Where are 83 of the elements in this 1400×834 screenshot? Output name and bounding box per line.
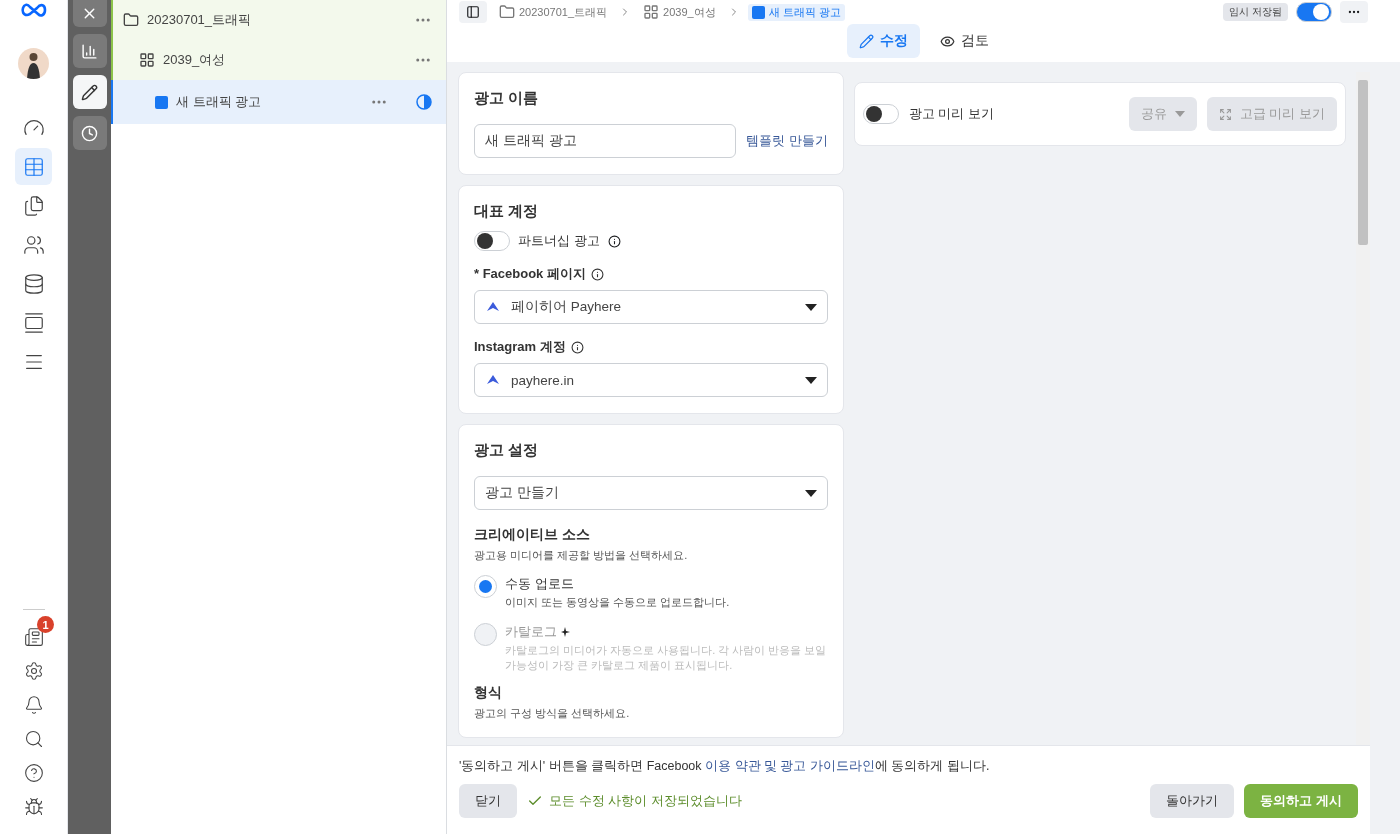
ad-icon (155, 95, 168, 109)
setup-select[interactable]: 광고 만들기 (474, 476, 828, 510)
card-title: 광고 이름 (474, 89, 540, 108)
option-label: 수동 업로드 (505, 575, 575, 594)
instagram-select[interactable]: payhere.in (474, 363, 828, 397)
pencil-tool-button[interactable] (72, 75, 107, 109)
mode-tab[interactable]: 검토 (927, 24, 1001, 58)
toggle-label: 파트너십 광고 (518, 232, 600, 250)
pencil-icon (81, 83, 98, 101)
eye-icon (939, 33, 955, 49)
newspaper-icon (23, 626, 44, 647)
grid-icon (139, 52, 155, 68)
terms-link[interactable]: 이용 약관 및 광고 가이드라인 (705, 759, 875, 773)
bar-chart-tool-button[interactable] (72, 34, 107, 68)
page-select[interactable]: 페이히어 Payhere (474, 290, 828, 324)
tree-item-label: 새 트래픽 광고 (176, 93, 262, 111)
publish-toggle[interactable] (1296, 2, 1332, 22)
newspaper-nav-button[interactable]: 1 (15, 618, 52, 655)
table-nav-button[interactable] (15, 148, 52, 185)
bug-icon (23, 796, 44, 817)
grid-icon (643, 4, 660, 20)
pencil-icon (858, 33, 874, 49)
tree-item-label: 2039_여성 (163, 51, 226, 69)
template-link[interactable]: 템플릿 만들기 (745, 132, 828, 150)
preview-toggle[interactable] (862, 104, 899, 124)
option-hint: 이미지 또는 동영상을 수동으로 업로드합니다. (505, 595, 730, 611)
caret-icon (1174, 111, 1185, 117)
field-label: Instagram 계정 (474, 338, 566, 356)
ad-name-field[interactable]: 새 트래픽 광고 (474, 124, 736, 158)
ad-icon (751, 5, 765, 19)
tree-item[interactable]: 새 트래픽 광고 (111, 80, 446, 124)
caret-icon (804, 489, 817, 497)
close-button[interactable]: 닫기 (459, 784, 517, 818)
section-title: 형식 (474, 683, 503, 702)
breadcrumb-link[interactable]: 20230701_트래픽 (495, 3, 612, 21)
help-icon (23, 762, 44, 783)
close-tool-button[interactable] (72, 0, 107, 27)
breadcrumb-link[interactable]: 2039_여성 (639, 3, 720, 21)
section-title: 크리에이티브 소스 (474, 526, 591, 544)
info-icon (590, 267, 604, 281)
section-hint: 광고의 구성 방식을 선택하세요. (474, 705, 631, 721)
caret-icon (804, 303, 817, 311)
half-circle-icon (416, 94, 432, 110)
saved-status: 모든 수정 사항이 저장되었습니다 (527, 792, 742, 810)
stack-icon (22, 311, 45, 334)
settings-icon (23, 660, 44, 681)
mode-tab[interactable]: 수정 (846, 24, 920, 58)
caret-icon (804, 376, 817, 384)
info-icon (607, 234, 621, 248)
database-icon (22, 272, 45, 295)
back-button[interactable]: 돌아가기 (1150, 784, 1235, 818)
tree-item[interactable]: 2039_여성 (111, 40, 446, 80)
search-icon (23, 728, 44, 749)
field-label: * Facebook 페이지 (474, 265, 586, 283)
bar-chart-icon (81, 42, 98, 60)
tree-item[interactable]: 20230701_트래픽 (111, 0, 446, 40)
clock-tool-button[interactable] (72, 116, 107, 150)
bell-icon (23, 694, 44, 715)
section-hint: 광고용 미디어를 제공할 방법을 선택하세요. (474, 548, 689, 563)
pages-icon (22, 194, 45, 217)
avatar[interactable] (18, 48, 49, 79)
panel-toggle-button[interactable] (459, 1, 487, 23)
card-title: 광고 설정 (474, 441, 540, 460)
expand-icon (1218, 107, 1232, 121)
notification-badge: 1 (37, 616, 54, 633)
scrollbar[interactable] (1356, 72, 1370, 745)
panel-icon (466, 5, 480, 19)
radio-button[interactable] (474, 575, 497, 599)
infinity-logo (19, 2, 48, 18)
status-badge: 임시 저장됨 (1223, 3, 1288, 21)
table-icon (22, 155, 45, 178)
card-title: 대표 계정 (474, 202, 540, 221)
people-icon (22, 233, 45, 256)
info-icon (570, 340, 584, 354)
folder-icon (499, 4, 515, 20)
folder-icon (123, 12, 139, 28)
clock-icon (81, 124, 98, 142)
toggle-label: 광고 미리 보기 (908, 105, 994, 123)
partnership-toggle[interactable] (474, 231, 510, 251)
breadcrumb-link[interactable]: 새 트래픽 광고 (747, 3, 845, 21)
tree-item-label: 20230701_트래픽 (147, 11, 252, 29)
terms-notice: '동의하고 게시' 버튼을 클릭하면 Facebook 이용 약관 및 광고 가이드라인에 동의하게 됩니다. (459, 758, 991, 775)
option-label: 카탈로그 (505, 622, 828, 641)
